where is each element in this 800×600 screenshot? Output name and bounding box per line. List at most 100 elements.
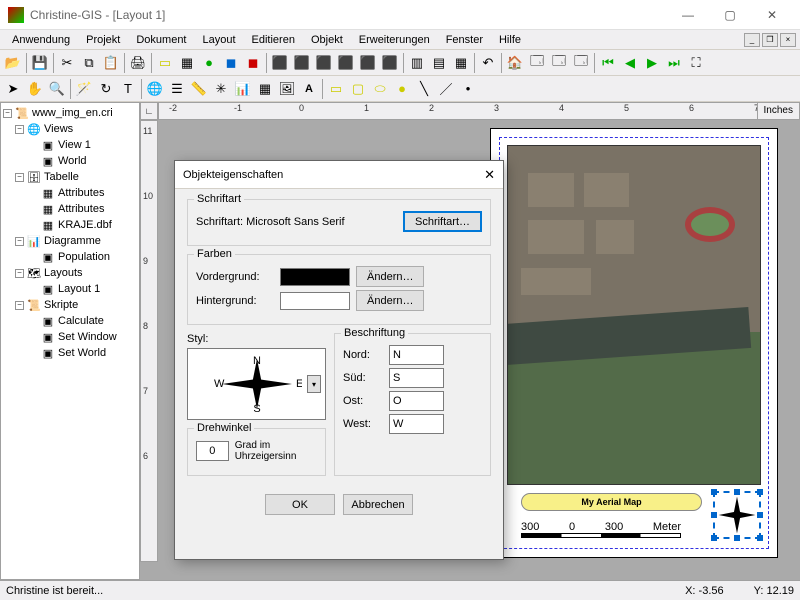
distribute-h-icon[interactable]: ▥ <box>406 52 428 74</box>
align-middle-icon[interactable]: ⬛ <box>357 52 379 74</box>
align-right-icon[interactable]: ⬛ <box>313 52 335 74</box>
mdi-restore-button[interactable]: ❐ <box>762 33 778 47</box>
nav-first-icon[interactable]: ⏮ <box>597 52 619 74</box>
insert-view-icon[interactable]: 🌐 <box>144 78 166 100</box>
menu-hilfe[interactable]: Hilfe <box>491 32 529 48</box>
shape-rect-yellow-icon[interactable]: ▭ <box>154 52 176 74</box>
draw-line-icon[interactable]: ╲ <box>413 78 435 100</box>
insert-scalebar-icon[interactable]: 📏 <box>188 78 210 100</box>
draw-ellipse-icon[interactable]: ⬭ <box>369 78 391 100</box>
menu-fenster[interactable]: Fenster <box>438 32 491 48</box>
background-change-button[interactable]: Ändern… <box>356 290 424 311</box>
menu-projekt[interactable]: Projekt <box>78 32 128 48</box>
layout-page[interactable]: My Aerial Map 3000300Meter <box>490 128 778 558</box>
fullscreen-icon[interactable]: ⛶ <box>685 52 707 74</box>
nav-next-icon[interactable]: ▶ <box>641 52 663 74</box>
undo-icon[interactable]: ↶ <box>477 52 499 74</box>
tree-root[interactable]: www_img_en.cri <box>32 107 113 119</box>
align-top-icon[interactable]: ⬛ <box>335 52 357 74</box>
menu-dokument[interactable]: Dokument <box>128 32 194 48</box>
insert-north-icon[interactable]: ✳ <box>210 78 232 100</box>
new-view-icon[interactable]: 🗔 <box>526 52 548 74</box>
save-icon[interactable]: 💾 <box>29 52 51 74</box>
west-input[interactable]: W <box>389 414 444 434</box>
tree-diagramme[interactable]: Diagramme <box>44 235 101 247</box>
shape-group-icon[interactable]: ▦ <box>176 52 198 74</box>
insert-image-icon[interactable]: 🖼 <box>276 78 298 100</box>
tree-item[interactable]: World <box>58 155 87 167</box>
mdi-minimize-button[interactable]: _ <box>744 33 760 47</box>
draw-rect-icon[interactable]: ▭ <box>325 78 347 100</box>
menu-editieren[interactable]: Editieren <box>244 32 303 48</box>
east-input[interactable]: O <box>389 391 444 411</box>
rotation-input[interactable]: 0 <box>196 441 229 461</box>
font-button[interactable]: Schriftart… <box>403 211 482 232</box>
rotate-icon[interactable]: ↻ <box>95 78 117 100</box>
pan-icon[interactable]: ✋ <box>24 78 46 100</box>
tree-item[interactable]: Attributes <box>58 203 104 215</box>
new-chart-icon[interactable]: 🗔 <box>570 52 592 74</box>
align-bottom-icon[interactable]: ⬛ <box>379 52 401 74</box>
menu-objekt[interactable]: Objekt <box>303 32 351 48</box>
insert-legend-icon[interactable]: ☰ <box>166 78 188 100</box>
zoom-icon[interactable]: 🔍 <box>46 78 68 100</box>
insert-table-icon[interactable]: ▦ <box>254 78 276 100</box>
shape-square-red-icon[interactable]: ◼ <box>242 52 264 74</box>
draw-circle-icon[interactable]: ● <box>391 78 413 100</box>
close-button[interactable]: ✕ <box>752 3 792 27</box>
tree-item[interactable]: Layout 1 <box>58 283 100 295</box>
minimize-button[interactable]: — <box>668 3 708 27</box>
menu-anwendung[interactable]: Anwendung <box>4 32 78 48</box>
distribute-v-icon[interactable]: ▤ <box>428 52 450 74</box>
pointer-icon[interactable]: ➤ <box>2 78 24 100</box>
menu-erweiterungen[interactable]: Erweiterungen <box>351 32 438 48</box>
mdi-close-button[interactable]: × <box>780 33 796 47</box>
style-selector[interactable]: N S E W ▾ <box>187 348 326 420</box>
map-title[interactable]: My Aerial Map <box>521 493 702 511</box>
properties-icon[interactable]: 🪄 <box>73 78 95 100</box>
scalebar[interactable]: 3000300Meter <box>521 521 681 539</box>
print-icon[interactable]: 🖨 <box>127 52 149 74</box>
home-icon[interactable]: 🏠 <box>504 52 526 74</box>
open-icon[interactable]: 📂 <box>2 52 24 74</box>
north-arrow-selected[interactable] <box>713 491 761 539</box>
shape-circle-green-icon[interactable]: ● <box>198 52 220 74</box>
tree-layouts[interactable]: Layouts <box>44 267 83 279</box>
nav-prev-icon[interactable]: ◀ <box>619 52 641 74</box>
insert-chart-icon[interactable]: 📊 <box>232 78 254 100</box>
text-tool-icon[interactable]: T <box>117 78 139 100</box>
tree-skripte[interactable]: Skripte <box>44 299 78 311</box>
tree-item[interactable]: Set Window <box>58 331 117 343</box>
chevron-down-icon[interactable]: ▾ <box>307 375 321 393</box>
ok-button[interactable]: OK <box>265 494 335 515</box>
draw-point-icon[interactable]: • <box>457 78 479 100</box>
foreground-change-button[interactable]: Ändern… <box>356 266 424 287</box>
copy-icon[interactable]: ⧉ <box>78 52 100 74</box>
tree-item[interactable]: Set World <box>58 347 106 359</box>
cut-icon[interactable]: ✂ <box>56 52 78 74</box>
north-input[interactable]: N <box>389 345 444 365</box>
tree-item[interactable]: Attributes <box>58 187 104 199</box>
tree-item[interactable]: Calculate <box>58 315 104 327</box>
paste-icon[interactable]: 📋 <box>100 52 122 74</box>
nav-last-icon[interactable]: ⏭ <box>663 52 685 74</box>
align-left-icon[interactable]: ⬛ <box>269 52 291 74</box>
tree-views[interactable]: Views <box>44 123 73 135</box>
align-center-icon[interactable]: ⬛ <box>291 52 313 74</box>
maximize-button[interactable]: ▢ <box>710 3 750 27</box>
shape-square-blue-icon[interactable]: ◼ <box>220 52 242 74</box>
tree-tabelle[interactable]: Tabelle <box>44 171 79 183</box>
cancel-button[interactable]: Abbrechen <box>343 494 413 515</box>
menu-layout[interactable]: Layout <box>195 32 244 48</box>
draw-polyline-icon[interactable]: ／ <box>435 78 457 100</box>
grid-icon[interactable]: ▦ <box>450 52 472 74</box>
tree-item[interactable]: View 1 <box>58 139 91 151</box>
dialog-close-button[interactable]: ✕ <box>484 167 495 183</box>
tree-item[interactable]: Population <box>58 251 110 263</box>
aerial-map-frame[interactable] <box>507 145 761 485</box>
tree-item[interactable]: KRAJE.dbf <box>58 219 112 231</box>
project-tree[interactable]: −📜www_img_en.cri −🌐Views ▣View 1 ▣World … <box>0 102 140 580</box>
insert-text-icon[interactable]: A <box>298 78 320 100</box>
south-input[interactable]: S <box>389 368 444 388</box>
draw-roundrect-icon[interactable]: ▢ <box>347 78 369 100</box>
